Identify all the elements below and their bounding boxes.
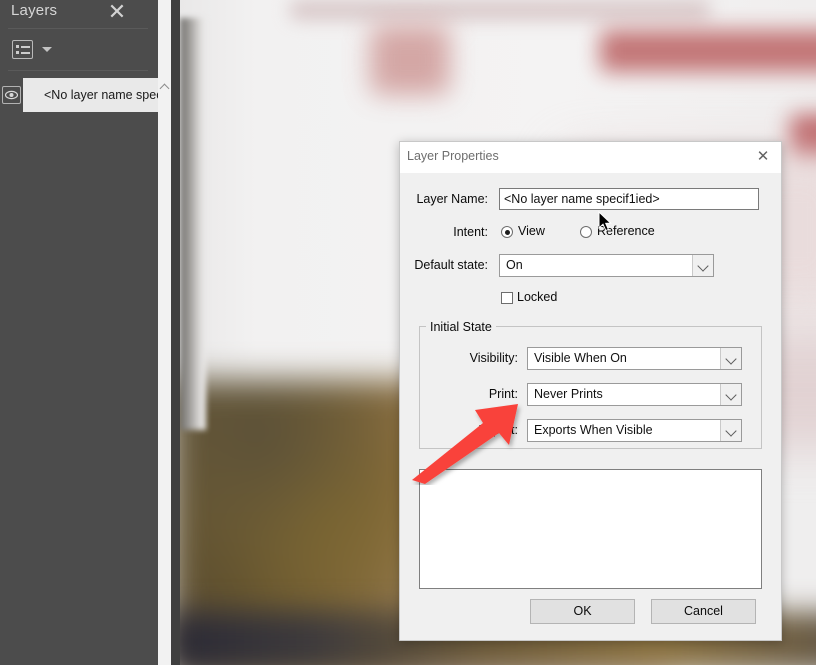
eye-icon[interactable] — [2, 86, 21, 104]
list-view-icon[interactable] — [12, 40, 33, 59]
export-label: Export: — [478, 423, 518, 437]
blurred-text-line — [290, 0, 710, 20]
visibility-value: Visible When On — [534, 351, 627, 365]
initial-state-legend: Initial State — [426, 320, 496, 334]
panel-scrollbar[interactable] — [158, 0, 171, 665]
layer-name-input[interactable]: <No layer name specif1ied> — [499, 188, 759, 210]
intent-label: Intent: — [453, 225, 488, 239]
layer-properties-dialog: Layer Properties ✕ Layer Name: <No layer… — [399, 141, 782, 641]
print-value: Never Prints — [534, 387, 603, 401]
blurred-text-block — [370, 25, 450, 95]
intent-radio-view-label[interactable]: View — [518, 224, 545, 238]
locked-label[interactable]: Locked — [517, 290, 557, 304]
panel-divider — [171, 0, 180, 665]
layers-panel-header: Layers ✕ — [0, 0, 158, 30]
cancel-button[interactable]: Cancel — [651, 599, 756, 624]
close-icon[interactable]: ✕ — [753, 147, 773, 167]
blurred-heading — [600, 30, 816, 72]
page-shadow — [180, 18, 206, 430]
intent-radio-view[interactable] — [501, 226, 513, 238]
export-value: Exports When Visible — [534, 423, 653, 437]
export-dropdown[interactable]: Exports When Visible — [527, 419, 742, 442]
chevron-down-icon[interactable] — [720, 384, 741, 405]
print-label: Print: — [488, 387, 518, 401]
chevron-up-icon[interactable] — [158, 78, 171, 96]
default-state-value: On — [506, 258, 523, 272]
layers-panel-title: Layers — [11, 2, 58, 19]
dialog-title: Layer Properties — [407, 149, 499, 163]
ok-button[interactable]: OK — [530, 599, 635, 624]
chevron-down-icon[interactable] — [692, 255, 713, 276]
chevron-down-icon[interactable] — [42, 47, 52, 52]
locked-checkbox[interactable] — [501, 292, 513, 304]
print-dropdown[interactable]: Never Prints — [527, 383, 742, 406]
notes-textarea[interactable] — [419, 469, 762, 589]
visibility-dropdown[interactable]: Visible When On — [527, 347, 742, 370]
divider — [8, 70, 148, 71]
layer-name-label: Layer Name: — [416, 192, 488, 206]
visibility-label: Visibility: — [469, 351, 518, 365]
default-state-dropdown[interactable]: On — [499, 254, 714, 277]
layers-panel: Layers ✕ <No layer name spec — [0, 0, 180, 665]
intent-radio-reference[interactable] — [580, 226, 592, 238]
default-state-label: Default state: — [414, 258, 488, 272]
layers-toolbar — [0, 36, 158, 66]
app-root: Layers ✕ <No layer name spec Layer Prope… — [0, 0, 816, 665]
list-item[interactable]: <No layer name spec — [0, 78, 158, 112]
intent-radio-reference-label[interactable]: Reference — [597, 224, 655, 238]
dialog-titlebar: Layer Properties ✕ — [400, 142, 781, 173]
chevron-down-icon[interactable] — [720, 420, 741, 441]
close-icon[interactable]: ✕ — [104, 0, 130, 26]
layer-name-label[interactable]: <No layer name spec — [23, 78, 158, 112]
divider — [8, 28, 148, 29]
chevron-down-icon[interactable] — [720, 348, 741, 369]
